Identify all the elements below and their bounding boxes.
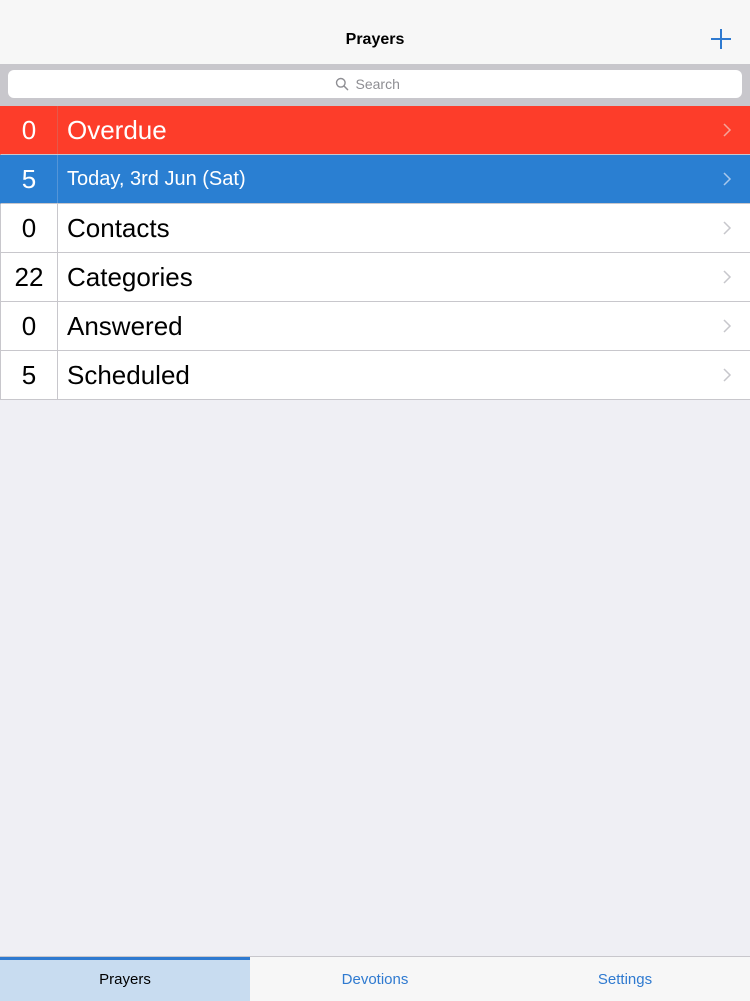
tab-settings[interactable]: Settings [500,957,750,1001]
scheduled-label: Scheduled [67,359,190,390]
contacts-count: 0 [1,204,58,252]
answered-count: 0 [1,302,58,350]
list-item-overdue[interactable]: 0 Overdue [0,106,750,155]
list-item-categories[interactable]: 22 Categories [0,253,750,302]
today-label: Today, 3rd Jun (Sat) [67,167,246,190]
add-prayer-button[interactable] [710,28,732,50]
list-item-today[interactable]: 5 Today, 3rd Jun (Sat) [0,155,750,204]
chevron-right-icon [723,319,732,333]
chevron-right-icon [723,172,732,186]
search-icon [335,77,348,91]
today-count: 5 [1,155,58,203]
list-item-answered[interactable]: 0 Answered [0,302,750,351]
search-field[interactable] [8,70,742,98]
overdue-count: 0 [1,106,58,154]
tab-devotions[interactable]: Devotions [250,957,500,1001]
tab-bar: Prayers Devotions Settings [0,956,750,1001]
contacts-label: Contacts [67,212,170,243]
chevron-right-icon [723,123,732,137]
list-item-scheduled[interactable]: 5 Scheduled [0,351,750,399]
tab-prayers[interactable]: Prayers [0,957,250,1001]
scheduled-count: 5 [1,351,58,399]
categories-label: Categories [67,261,193,292]
answered-label: Answered [67,310,183,341]
page-title: Prayers [345,31,405,48]
search-bar [0,64,750,106]
categories-count: 22 [1,253,58,301]
chevron-right-icon [723,270,732,284]
prayer-lists: 0 Overdue 5 Today, 3rd Jun (Sat) 0 Conta… [0,106,750,400]
chevron-right-icon [723,368,732,382]
list-item-contacts[interactable]: 0 Contacts [0,204,750,253]
chevron-right-icon [723,221,732,235]
search-input[interactable] [355,76,416,92]
navigation-bar: Prayers [0,0,750,64]
overdue-label: Overdue [67,114,167,145]
